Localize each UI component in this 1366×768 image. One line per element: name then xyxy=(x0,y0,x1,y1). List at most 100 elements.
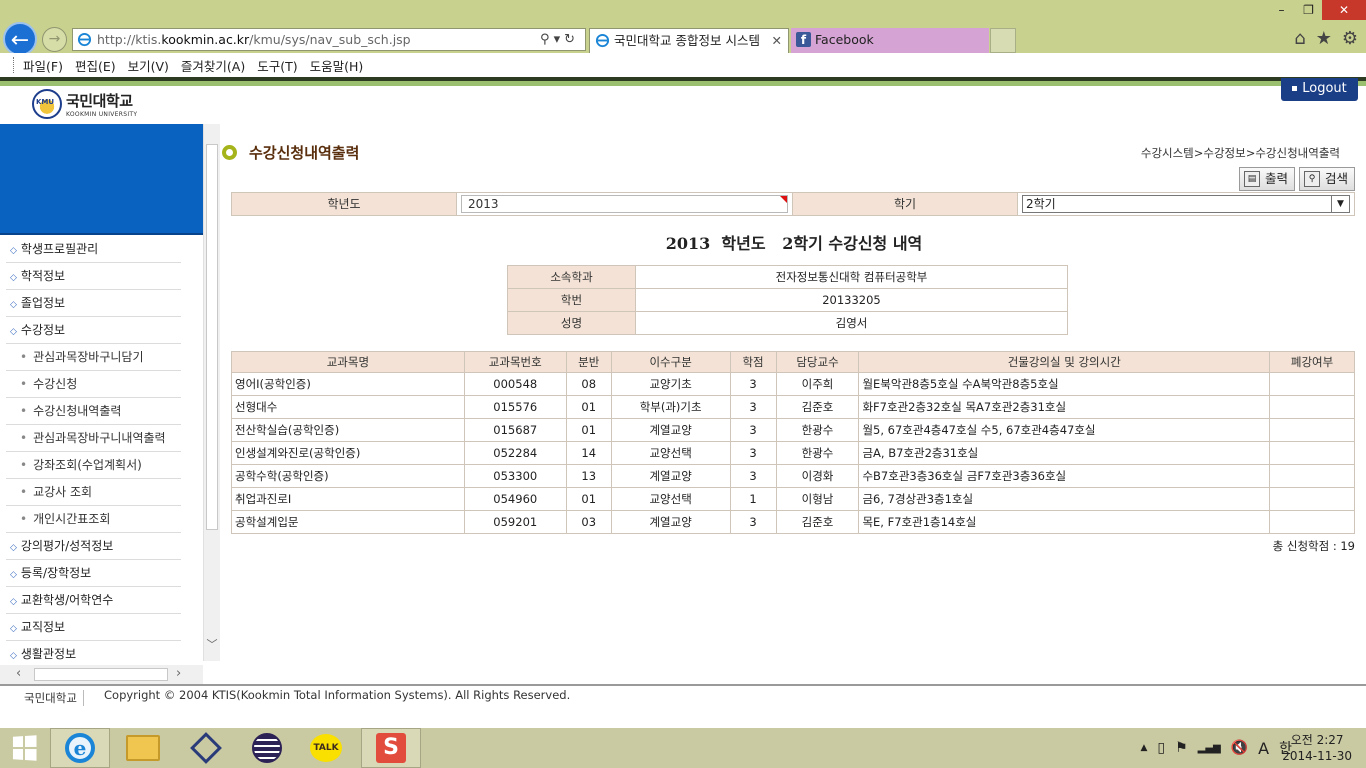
chevron-down-icon[interactable]: ▾ xyxy=(554,32,565,47)
address-tools[interactable]: ⚲▾↻ xyxy=(540,29,579,50)
menu-file[interactable]: 파일(F) xyxy=(17,56,69,75)
eclipse-icon xyxy=(252,733,282,763)
dept-label: 소속학과 xyxy=(507,265,636,289)
sidebar-item[interactable]: • 강좌조회(수업계획서) xyxy=(6,452,181,479)
scrollbar-thumb[interactable] xyxy=(206,144,218,530)
close-window-button[interactable]: ✕ xyxy=(1322,0,1366,20)
menu-help[interactable]: 도움말(H) xyxy=(304,56,370,75)
refresh-icon[interactable]: ↻ xyxy=(564,32,579,47)
diamond-icon: ◇ xyxy=(10,273,17,283)
clock[interactable]: 오전 2:27 2014-11-30 xyxy=(1282,732,1352,764)
sidebar-item[interactable]: ◇ 학생프로필관리 xyxy=(6,236,181,263)
diamond-icon: ◇ xyxy=(10,597,17,607)
column-header: 교과목번호 xyxy=(463,351,567,373)
scrollbar-thumb[interactable] xyxy=(34,668,168,681)
tray-expand-icon[interactable]: ▲ xyxy=(1140,743,1147,753)
windows-logo-icon xyxy=(12,735,37,761)
minimize-button[interactable]: – xyxy=(1268,0,1295,20)
input-mode-icon[interactable]: A xyxy=(1258,739,1269,758)
term-select[interactable]: 2학기 ▼ xyxy=(1022,195,1350,213)
taskbar-visual-studio[interactable] xyxy=(176,728,236,768)
volume-muted-icon[interactable]: 🔇 xyxy=(1231,740,1248,756)
taskbar-ie[interactable]: e xyxy=(50,728,110,768)
sidebar-item[interactable]: • 관심과목장바구니내역출력 xyxy=(6,425,181,452)
table-row: 인생설계와진로(공학인증) 052284 14 교양선택 3 한광수 금A, B7호관2층3… xyxy=(231,441,1355,465)
scroll-left-icon[interactable]: ‹ xyxy=(16,666,21,681)
chevron-down-icon[interactable]: ▼ xyxy=(1331,196,1349,212)
restore-button[interactable]: ❐ xyxy=(1295,0,1322,20)
table-header-row: 교과목명 교과목번호 분반 이수구분 학점 담당교수 건물강의실 및 강의시간 폐강여부 xyxy=(231,351,1355,373)
signal-icon[interactable]: ▂▄▆ xyxy=(1198,743,1221,754)
table-row: 선형대수 015576 01 학부(과)기초 3 김준호 화F7호관2층32호실 목A7호관… xyxy=(231,395,1355,419)
start-button[interactable] xyxy=(0,728,48,768)
settings-gear-icon[interactable]: ⚙ xyxy=(1342,28,1358,49)
sidebar-item[interactable]: ◇ 교환학생/어학연수 xyxy=(6,587,181,614)
scroll-right-icon[interactable]: › xyxy=(176,666,181,681)
sidebar-item[interactable]: • 수강신청 xyxy=(6,371,181,398)
menu-favorites[interactable]: 즐겨찾기(A) xyxy=(175,56,251,75)
tab-kookmin[interactable]: 국민대학교 종합정보 시스템 ✕ xyxy=(589,28,789,53)
sidebar-horizontal-scrollbar[interactable]: ‹ › xyxy=(0,665,203,684)
address-bar[interactable]: http://ktis.kookmin.ac.kr/kmu/sys/nav_su… xyxy=(72,28,586,51)
year-input[interactable]: 2013 xyxy=(461,195,788,213)
sidebar-item[interactable]: ◇ 교직정보 xyxy=(6,614,181,641)
scroll-down-icon[interactable]: ﹀ xyxy=(204,636,220,652)
new-tab-button[interactable] xyxy=(990,28,1016,53)
sidebar-item[interactable]: ◇ 졸업정보 xyxy=(6,290,181,317)
table-cell: 목E, F7호관1층14호실 xyxy=(858,510,1271,534)
back-button[interactable]: ← xyxy=(3,22,37,56)
student-info-table: 소속학과 전자정보통신대학 컴퓨터공학부 학번 20133205 성명 김영서 xyxy=(507,265,1068,335)
sidebar-item[interactable]: ◇ 등록/장학정보 xyxy=(6,560,181,587)
home-icon[interactable]: ⌂ xyxy=(1294,28,1305,49)
table-row: 취업과진로I 054960 01 교양선택 1 이형남 금6, 7경상관3층1호실 xyxy=(231,487,1355,511)
sidebar-item-label: 등록/장학정보 xyxy=(20,566,92,580)
bullet-icon: • xyxy=(20,485,28,499)
sidebar-item[interactable]: • 관심과목장바구니담기 xyxy=(6,344,181,371)
name-value: 김영서 xyxy=(635,311,1068,335)
table-cell xyxy=(1269,372,1355,396)
taskbar-s-app[interactable]: S xyxy=(361,728,421,768)
taskbar-eclipse[interactable] xyxy=(237,728,297,768)
facebook-icon: f xyxy=(796,32,811,47)
taskbar-kakaotalk[interactable]: TALK xyxy=(296,728,356,768)
logout-button[interactable]: Logout xyxy=(1281,78,1358,101)
table-cell: 3 xyxy=(729,464,777,488)
favorites-icon[interactable]: ★ xyxy=(1316,28,1332,49)
sidebar-item[interactable]: • 개인시간표조회 xyxy=(6,506,181,533)
sidebar-item[interactable]: ◇ 수강정보 xyxy=(6,317,181,344)
table-cell: 한광수 xyxy=(775,441,860,465)
flag-icon[interactable]: ⚑ xyxy=(1175,740,1188,756)
url-path: /kmu/sys/nav_sub_sch.jsp xyxy=(249,32,411,47)
sidebar-item[interactable]: ◇ 학적정보 xyxy=(6,263,181,290)
taskbar-explorer[interactable] xyxy=(113,728,173,768)
table-cell: 전산학실습(공학인증) xyxy=(231,418,465,442)
tab-label: Facebook xyxy=(815,32,874,47)
forward-button[interactable]: → xyxy=(42,27,67,52)
table-cell: 김준호 xyxy=(775,395,860,419)
header-green-stripe xyxy=(0,81,1366,86)
menu-tools[interactable]: 도구(T) xyxy=(251,56,303,75)
sidebar-item[interactable]: • 교강사 조회 xyxy=(6,479,181,506)
table-cell: 화F7호관2층32호실 목A7호관2층31호실 xyxy=(858,395,1271,419)
sidebar-vertical-scrollbar[interactable]: ︿ ﹀ xyxy=(203,124,220,661)
device-icon[interactable]: ▯ xyxy=(1157,740,1165,756)
sidebar-item-label: 학생프로필관리 xyxy=(20,242,99,256)
menu-edit[interactable]: 편집(E) xyxy=(69,56,122,75)
search-icon[interactable]: ⚲ xyxy=(540,32,554,47)
search-button[interactable]: ⚲ 검색 xyxy=(1298,167,1355,191)
id-label: 학번 xyxy=(507,288,636,312)
sidebar-item-label: 졸업정보 xyxy=(20,296,66,310)
tab-facebook[interactable]: f Facebook xyxy=(791,28,989,53)
university-logo[interactable]: KMU 국민대학교 KOOKMIN UNIVERSITY xyxy=(32,88,137,120)
sidebar-item[interactable]: ◇ 생활관정보 xyxy=(6,641,181,668)
close-tab-icon[interactable]: ✕ xyxy=(772,29,782,53)
sidebar-item[interactable]: ◇ 강의평가/성적정보 xyxy=(6,533,181,560)
ie-favicon-icon xyxy=(595,33,610,48)
sidebar-item[interactable]: • 수강신청내역출력 xyxy=(6,398,181,425)
print-button[interactable]: ▤ 출력 xyxy=(1238,167,1295,191)
table-cell: 영어I(공학인증) xyxy=(231,372,465,396)
menu-view[interactable]: 보기(V) xyxy=(122,56,175,75)
print-label: 출력 xyxy=(1264,171,1288,186)
table-cell: 053300 xyxy=(463,464,567,488)
sidebar-item-label: 관심과목장바구니내역출력 xyxy=(33,431,166,445)
